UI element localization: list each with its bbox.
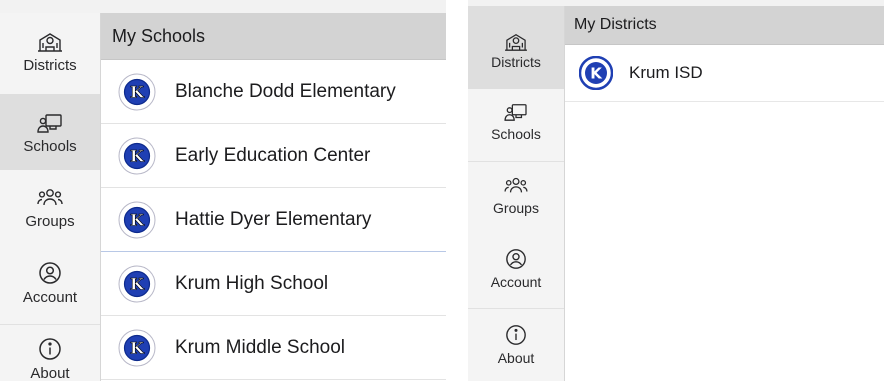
list-item[interactable]: K Blanche Dodd Elementary bbox=[101, 60, 446, 124]
nav-account[interactable]: Account bbox=[0, 247, 100, 325]
chalkboard-teacher-icon bbox=[37, 114, 62, 133]
krum-bobcats-seal-logo: K bbox=[118, 137, 156, 174]
page-title: My Schools bbox=[101, 13, 446, 60]
schools-panel: Districts Schools Groups Account About M… bbox=[0, 0, 446, 381]
group-people-icon bbox=[37, 189, 63, 206]
svg-text:K: K bbox=[130, 82, 145, 101]
krum-bobcats-seal-logo: K bbox=[118, 329, 156, 366]
nav-about[interactable]: About bbox=[468, 309, 564, 381]
sidebar-nav: Districts Schools Groups Account About bbox=[0, 13, 101, 381]
nav-label: About bbox=[30, 365, 70, 381]
svg-text:K: K bbox=[130, 338, 145, 357]
nav-schools[interactable]: Schools bbox=[468, 89, 564, 162]
nav-label: Groups bbox=[25, 213, 75, 230]
nav-label: Groups bbox=[493, 200, 539, 216]
nav-label: Schools bbox=[491, 126, 541, 142]
school-name: Blanche Dodd Elementary bbox=[175, 80, 396, 102]
account-circle-icon bbox=[39, 262, 61, 284]
nav-about[interactable]: About bbox=[0, 325, 100, 381]
screenshot-gap bbox=[446, 0, 468, 381]
nav-label: Districts bbox=[491, 54, 541, 70]
nav-account[interactable]: Account bbox=[468, 236, 564, 309]
list-item[interactable]: K Krum High School bbox=[101, 252, 446, 316]
nav-label: Account bbox=[22, 289, 78, 306]
krum-bobcats-seal-logo: K bbox=[118, 265, 156, 302]
group-people-icon bbox=[504, 177, 528, 193]
nav-label: Schools bbox=[23, 138, 77, 155]
account-circle-icon bbox=[506, 249, 526, 269]
districts-list-area: My Districts K Krum ISD bbox=[565, 6, 884, 381]
list-item[interactable]: K Krum Middle School bbox=[101, 316, 446, 380]
krum-bobcats-seal-logo: K bbox=[118, 201, 156, 238]
nav-schools[interactable]: Schools bbox=[0, 94, 100, 170]
list-item[interactable]: K Krum ISD bbox=[565, 45, 884, 102]
sidebar-nav: Districts Schools Groups Account About bbox=[468, 6, 565, 381]
info-circle-icon bbox=[39, 338, 61, 360]
nav-districts[interactable]: Districts bbox=[0, 13, 100, 94]
nav-districts[interactable]: Districts bbox=[468, 6, 564, 89]
school-name: Krum High School bbox=[175, 272, 329, 294]
info-circle-icon bbox=[506, 325, 526, 345]
list-item[interactable]: K Early Education Center bbox=[101, 124, 446, 188]
districts-panel: Districts Schools Groups Account About M… bbox=[468, 0, 884, 381]
nav-label: About bbox=[497, 350, 535, 366]
chalkboard-teacher-icon bbox=[504, 104, 527, 121]
nav-label: Account bbox=[490, 274, 542, 290]
district-name: Krum ISD bbox=[629, 63, 703, 82]
top-strip bbox=[0, 0, 446, 13]
page-title: My Districts bbox=[565, 6, 884, 45]
krum-bobcats-seal-logo: K bbox=[118, 73, 156, 110]
schools-list-area: My Schools K Blanche Dodd Elementary K E… bbox=[101, 13, 446, 381]
school-building-icon bbox=[38, 33, 62, 52]
krum-isd-logo: K bbox=[579, 56, 613, 90]
svg-text:K: K bbox=[590, 65, 603, 83]
nav-groups[interactable]: Groups bbox=[468, 162, 564, 236]
school-building-icon bbox=[505, 33, 527, 51]
svg-text:K: K bbox=[130, 274, 145, 293]
nav-label: Districts bbox=[23, 57, 77, 74]
school-name: Hattie Dyer Elementary bbox=[175, 208, 372, 230]
svg-text:K: K bbox=[130, 146, 145, 165]
school-name: Early Education Center bbox=[175, 144, 371, 166]
school-name: Krum Middle School bbox=[175, 336, 346, 358]
list-item[interactable]: K Hattie Dyer Elementary bbox=[101, 188, 446, 252]
nav-groups[interactable]: Groups bbox=[0, 170, 100, 247]
svg-text:K: K bbox=[130, 210, 145, 229]
